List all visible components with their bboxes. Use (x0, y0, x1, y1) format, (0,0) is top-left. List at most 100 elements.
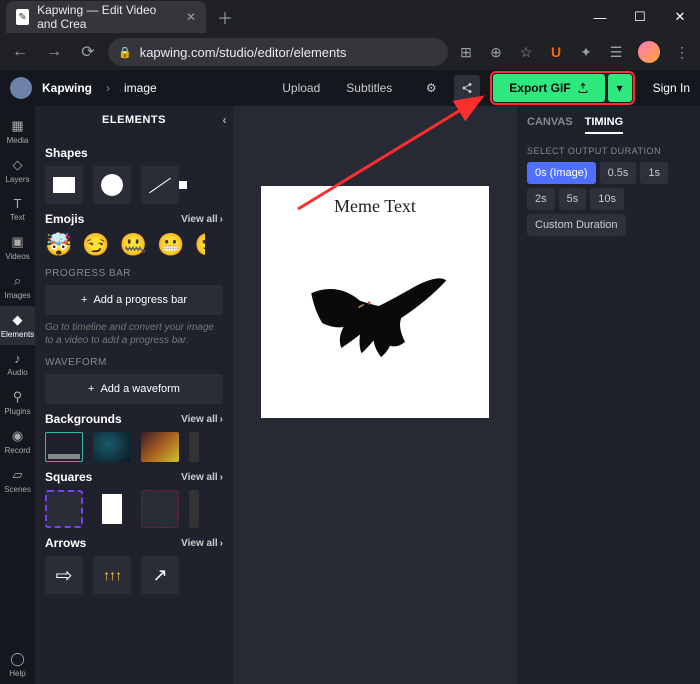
new-tab-button[interactable]: ＋ (212, 4, 238, 30)
profile-avatar[interactable] (638, 41, 660, 63)
emoji-zipper[interactable]: 🤐 (120, 232, 147, 258)
shapes-grid (45, 166, 223, 204)
canvas[interactable]: Meme Text (261, 186, 489, 418)
scenes-icon: ▱ (13, 467, 23, 483)
square-red[interactable] (141, 490, 179, 528)
arrow-diag[interactable]: ↗ (141, 556, 179, 594)
rail-media[interactable]: ▦Media (0, 112, 35, 151)
extensions-icon[interactable]: ✦ (574, 40, 598, 64)
close-window-button[interactable]: ✕ (660, 0, 700, 34)
zoom-icon[interactable]: ⊕ (484, 40, 508, 64)
arrows-viewall[interactable]: View all › (181, 538, 223, 549)
chip-10s[interactable]: 10s (590, 188, 624, 210)
shape-circle[interactable] (93, 166, 131, 204)
lock-icon: 🔒 (118, 46, 132, 59)
progress-hint: Go to timeline and convert your image to… (45, 321, 223, 347)
menu-icon[interactable]: ⋮ (670, 40, 694, 64)
emoji-smile[interactable]: 😏 (82, 232, 109, 258)
settings-icon[interactable]: ⚙ (418, 75, 444, 101)
browser-tab[interactable]: ✎ Kapwing — Edit Video and Crea ✕ (6, 1, 206, 33)
chip-2s[interactable]: 2s (527, 188, 555, 210)
panel-header: ELEMENTS ‹ (35, 106, 233, 134)
bg-nebula[interactable] (93, 432, 131, 462)
brand[interactable]: Kapwing (42, 81, 92, 95)
emoji-grimace[interactable]: 😬 (157, 232, 184, 258)
rail-images[interactable]: ⌕Images (0, 267, 35, 306)
ublock-icon[interactable]: U (544, 40, 568, 64)
shape-more[interactable] (189, 166, 203, 204)
subtitles-link[interactable]: Subtitles (346, 81, 392, 95)
install-icon[interactable]: ⊞ (454, 40, 478, 64)
meme-text[interactable]: Meme Text (334, 196, 416, 217)
readinglist-icon[interactable]: ☰ (604, 40, 628, 64)
chip-0s[interactable]: 0s (Image) (527, 162, 596, 184)
chip-1s[interactable]: 1s (640, 162, 668, 184)
rail-layers[interactable]: ◇Layers (0, 151, 35, 190)
right-panel: CANVAS TIMING SELECT OUTPUT DURATION 0s … (517, 106, 700, 684)
elements-icon: ◆ (13, 312, 23, 328)
panel-scroll[interactable]: Shapes Emojis View all › 🤯 😏 🤐 😬 🙂 PROGR… (35, 134, 233, 684)
square-phone[interactable] (93, 490, 131, 528)
square-more[interactable] (189, 490, 199, 528)
square-purple[interactable] (45, 490, 83, 528)
emojis-viewall[interactable]: View all › (181, 214, 223, 225)
browser-chrome: ✎ Kapwing — Edit Video and Crea ✕ ＋ — ☐ … (0, 0, 700, 70)
rail-audio[interactable]: ♪Audio (0, 345, 35, 383)
rail-text[interactable]: TText (0, 190, 35, 228)
arrow-right[interactable]: ⇨ (45, 556, 83, 594)
add-progress-bar[interactable]: +Add a progress bar (45, 285, 223, 315)
reload-button[interactable]: ⟳ (74, 38, 102, 66)
breadcrumb-current[interactable]: image (124, 81, 157, 95)
url-field[interactable]: 🔒 kapwing.com/studio/editor/elements (108, 38, 448, 66)
account-avatar[interactable] (10, 77, 32, 99)
rail-help[interactable]: ◯Help (0, 645, 35, 684)
share-button[interactable] (454, 75, 480, 101)
close-tab-icon[interactable]: ✕ (186, 10, 196, 24)
back-button[interactable]: ← (6, 38, 34, 66)
emojis-header: Emojis View all › (45, 212, 223, 226)
url-text: kapwing.com/studio/editor/elements (140, 45, 347, 60)
bg-gradient[interactable] (141, 432, 179, 462)
rail-elements[interactable]: ◆Elements (0, 306, 35, 345)
emoji-mindblown[interactable]: 🤯 (45, 232, 72, 258)
address-bar: ← → ⟳ 🔒 kapwing.com/studio/editor/elemen… (0, 34, 700, 70)
rail-plugins[interactable]: ⚲Plugins (0, 383, 35, 422)
help-icon: ◯ (10, 651, 25, 667)
canvas-area[interactable]: Meme Text (233, 106, 517, 684)
squares-header: Squares View all › (45, 470, 223, 484)
add-waveform[interactable]: +Add a waveform (45, 374, 223, 404)
shape-line[interactable] (141, 166, 179, 204)
minimize-button[interactable]: — (580, 0, 620, 34)
chip-0-5s[interactable]: 0.5s (600, 162, 637, 184)
signin-link[interactable]: Sign In (653, 81, 690, 95)
export-dropdown[interactable]: ▾ (608, 74, 632, 102)
backgrounds-viewall[interactable]: View all › (181, 414, 223, 425)
collapse-panel-icon[interactable]: ‹ (223, 113, 228, 127)
upload-link[interactable]: Upload (282, 81, 320, 95)
bookmark-icon[interactable]: ☆ (514, 40, 538, 64)
bird-image[interactable] (300, 257, 450, 367)
shapes-header: Shapes (45, 146, 223, 160)
timing-tab[interactable]: TIMING (585, 116, 624, 134)
export-button[interactable]: Export GIF (493, 74, 604, 102)
media-icon: ▦ (11, 118, 23, 134)
arrow-triple-up[interactable]: ↑↑↑ (93, 556, 131, 594)
layers-icon: ◇ (13, 157, 23, 173)
forward-button[interactable]: → (40, 38, 68, 66)
rail-scenes[interactable]: ▱Scenes (0, 461, 35, 500)
squares-viewall[interactable]: View all › (181, 472, 223, 483)
window-controls: — ☐ ✕ (580, 0, 700, 34)
bg-soundbar[interactable] (45, 432, 83, 462)
app-header: Kapwing › image Upload Subtitles ⚙ Expor… (0, 70, 700, 106)
rail-record[interactable]: ◉Record (0, 422, 35, 461)
chip-5s[interactable]: 5s (559, 188, 587, 210)
maximize-button[interactable]: ☐ (620, 0, 660, 34)
squares-grid (45, 490, 223, 528)
emoji-more[interactable]: 🙂 (195, 232, 205, 258)
images-search-icon: ⌕ (14, 273, 21, 289)
rail-videos[interactable]: ▣Videos (0, 228, 35, 267)
canvas-tab[interactable]: CANVAS (527, 116, 573, 134)
bg-more[interactable] (189, 432, 199, 462)
shape-rectangle[interactable] (45, 166, 83, 204)
chip-custom[interactable]: Custom Duration (527, 214, 626, 236)
